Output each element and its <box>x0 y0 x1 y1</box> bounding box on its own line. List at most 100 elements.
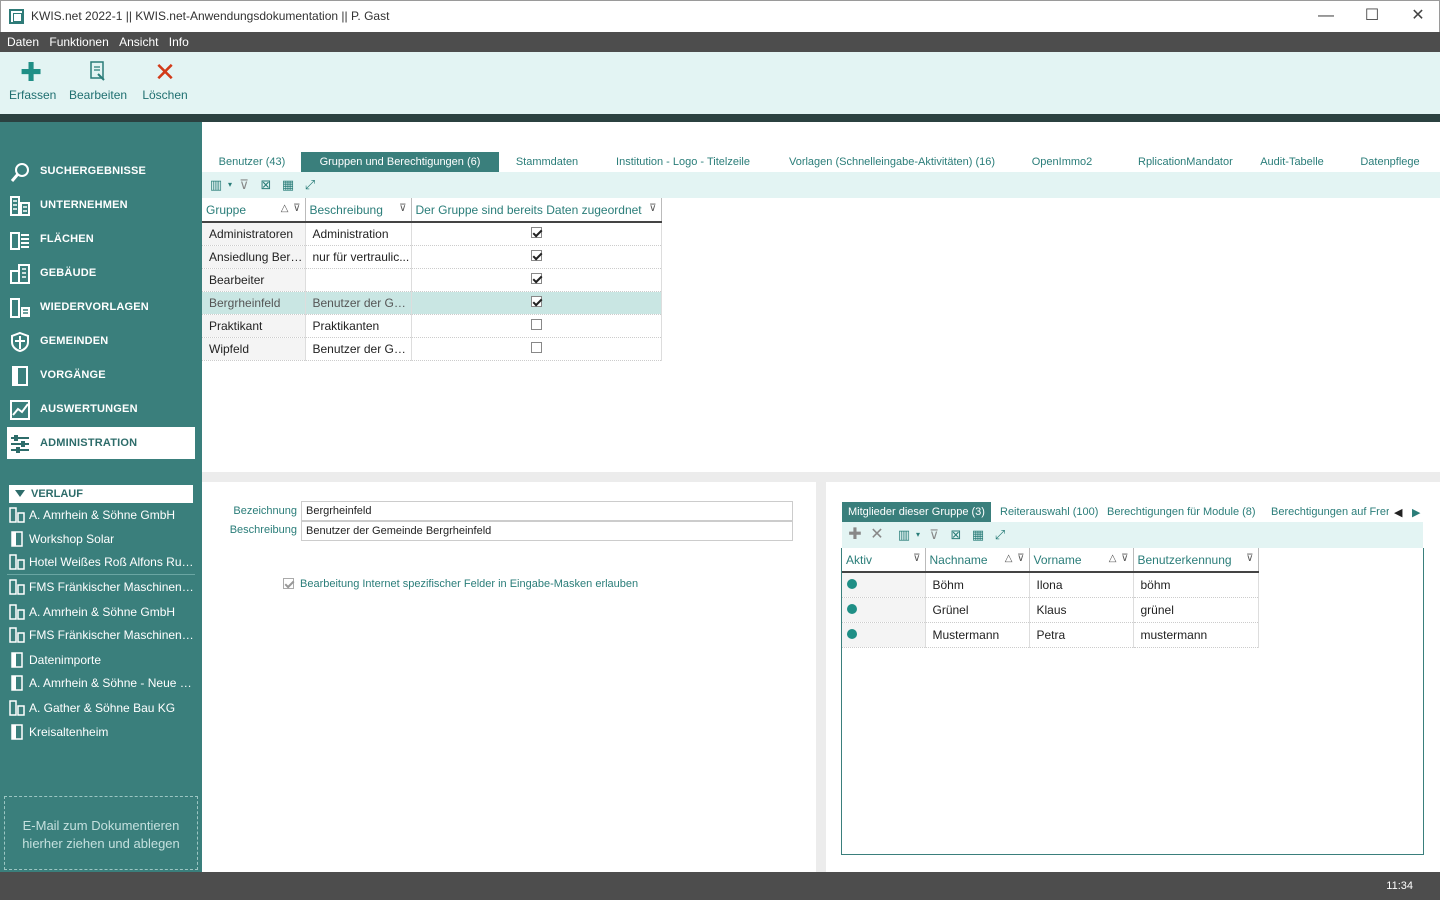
column-header-beschreibung[interactable]: Beschreibung ⊽ <box>305 198 412 223</box>
maximize-button[interactable]: ☐ <box>1349 4 1395 30</box>
column-header-nachname[interactable]: Nachname △ ⊽ <box>925 548 1030 573</box>
clear-filter-icon[interactable]: ⊽ <box>236 177 252 193</box>
status-time: 11:34 <box>1386 880 1413 892</box>
tab-berechtigungen-frei[interactable]: Berechtigungen auf Frer <box>1271 502 1389 522</box>
tab-berechtigungen-module[interactable]: Berechtigungen für Module (8) <box>1107 502 1256 522</box>
erfassen-button[interactable]: ✚ Erfassen <box>9 56 56 102</box>
beschreibung-field[interactable]: Benutzer der Gemeinde Bergrheinfeld <box>301 521 793 541</box>
history-separator <box>7 574 195 575</box>
history-item[interactable]: Kreisaltenheim <box>7 721 197 743</box>
tab-openimmo[interactable]: OpenImmo2 <box>1029 152 1095 172</box>
nav-flaechen[interactable]: FLÄCHEN <box>7 223 195 255</box>
column-header-gruppe[interactable]: Gruppe △ ⊽ <box>202 198 306 223</box>
assigned-checkbox[interactable] <box>530 318 542 330</box>
menu-daten[interactable]: Daten <box>0 32 39 49</box>
tab-gruppen[interactable]: Gruppen und Berechtigungen (6) <box>301 152 499 172</box>
table-row[interactable]: Böhm Ilona böhm <box>842 572 1259 598</box>
history-item[interactable]: FMS Fränkischer Maschinen- u... <box>7 624 197 646</box>
tab-scroll-left-icon[interactable]: ◀ <box>1394 506 1402 519</box>
vertical-splitter[interactable] <box>816 482 826 872</box>
dropzone-text-2: hierher ziehen und ablegen <box>22 836 180 851</box>
clear-filter-icon[interactable]: ⊽ <box>926 527 942 543</box>
history-item[interactable]: A. Amrhein & Söhne - Neue Pr... <box>7 672 197 694</box>
assigned-checkbox[interactable] <box>530 272 542 284</box>
menu-ansicht[interactable]: Ansicht <box>112 32 158 49</box>
history-item[interactable]: FMS Fränkischer Maschinen- u... <box>7 576 197 598</box>
excel-export-icon[interactable]: ⊠ <box>948 527 964 543</box>
minimize-button[interactable]: — <box>1303 4 1349 30</box>
history-item[interactable]: Hotel Weißes Roß Alfons Rudl... <box>7 551 197 573</box>
filter-icon[interactable]: ⊽ <box>399 203 406 214</box>
assigned-checkbox[interactable] <box>530 295 542 307</box>
nav-gebaeude[interactable]: GEBÄUDE <box>7 257 195 289</box>
add-icon[interactable]: ✚ <box>847 527 863 543</box>
column-header-aktiv[interactable]: Aktiv ⊽ <box>842 548 926 573</box>
filter-icon[interactable]: ⊽ <box>1121 553 1128 564</box>
sort-icon[interactable]: △ <box>1005 553 1013 564</box>
table-row[interactable]: Ansiedlung Berg... nur für vertraulic... <box>202 245 662 269</box>
column-header-benutzerkennung[interactable]: Benutzerkennung ⊽ <box>1133 548 1259 573</box>
nav-unternehmen[interactable]: UNTERNEHMEN <box>7 189 195 221</box>
internet-fields-checkbox[interactable] <box>283 578 294 589</box>
close-button[interactable]: ✕ <box>1395 4 1440 30</box>
chevron-down-icon[interactable]: ▾ <box>910 527 926 543</box>
internet-fields-option[interactable]: Bearbeitung Internet spezifischer Felder… <box>283 578 638 590</box>
sort-icon[interactable]: △ <box>1109 553 1117 564</box>
tab-datenpflege[interactable]: Datenpflege <box>1357 152 1423 172</box>
horizontal-splitter[interactable] <box>202 472 1440 482</box>
table-row[interactable]: Mustermann Petra mustermann <box>842 622 1259 648</box>
menu-bar: Daten Funktionen Ansicht Info <box>0 32 1440 52</box>
verlauf-header[interactable]: VERLAUF <box>9 485 193 503</box>
tab-replication[interactable]: RplicationMandator <box>1138 152 1233 172</box>
table-row[interactable]: Bearbeiter <box>202 268 662 292</box>
history-item[interactable]: A. Gather & Söhne Bau KG <box>7 697 197 719</box>
tab-benutzer[interactable]: Benutzer (43) <box>218 152 286 172</box>
layout-icon[interactable]: ▦ <box>970 527 986 543</box>
assigned-checkbox[interactable] <box>530 249 542 261</box>
nav-vorgaenge[interactable]: VORGÄNGE <box>7 359 195 391</box>
table-row[interactable]: Wipfeld Benutzer der Ge... <box>202 337 662 361</box>
tab-scroll-right-icon[interactable]: ▶ <box>1412 506 1420 519</box>
tab-mitglieder[interactable]: Mitglieder dieser Gruppe (3) <box>842 502 991 522</box>
tab-vorlagen[interactable]: Vorlagen (Schnelleingabe-Aktivitäten) (1… <box>787 152 997 172</box>
menu-info[interactable]: Info <box>162 32 189 49</box>
history-item[interactable]: A. Amrhein & Söhne GmbH <box>7 504 197 526</box>
nav-gemeinden[interactable]: GEMEINDEN <box>7 325 195 357</box>
history-item[interactable]: Datenimporte <box>7 649 197 671</box>
table-row[interactable]: Grünel Klaus grünel <box>842 597 1259 623</box>
bearbeiten-button[interactable]: Bearbeiten <box>69 56 127 102</box>
filter-icon[interactable]: ⊽ <box>913 553 920 564</box>
bezeichnung-field[interactable]: Bergrheinfeld <box>301 501 793 521</box>
filter-icon[interactable]: ⊽ <box>1246 553 1253 564</box>
history-item[interactable]: A. Amrhein & Söhne GmbH <box>7 601 197 623</box>
table-row[interactable]: Administratoren Administration <box>202 222 662 246</box>
nav-suchergebnisse[interactable]: SUCHERGEBNISSE <box>7 155 195 187</box>
menu-funktionen[interactable]: Funktionen <box>42 32 108 49</box>
loeschen-button[interactable]: ✕ Löschen <box>142 56 188 102</box>
tab-reiterauswahl[interactable]: Reiterauswahl (100) <box>1000 502 1098 522</box>
assigned-checkbox[interactable] <box>530 226 542 238</box>
tab-stammdaten[interactable]: Stammdaten <box>513 152 581 172</box>
fit-columns-icon[interactable]: ⤢ <box>992 527 1008 543</box>
column-header-zugeordnet[interactable]: Der Gruppe sind bereits Daten zugeordnet… <box>411 198 662 223</box>
column-header-vorname[interactable]: Vorname △ ⊽ <box>1029 548 1134 573</box>
filter-icon[interactable]: ⊽ <box>1017 553 1024 564</box>
area-icon <box>10 232 29 250</box>
layout-icon[interactable]: ▦ <box>280 177 296 193</box>
email-dropzone[interactable]: E-Mail zum Dokumentieren hierher ziehen … <box>4 796 198 870</box>
sort-icon[interactable]: △ <box>281 203 289 214</box>
remove-icon[interactable]: ✕ <box>869 527 885 543</box>
assigned-checkbox[interactable] <box>530 341 542 353</box>
table-row[interactable]: Praktikant Praktikanten <box>202 314 662 338</box>
tab-institution[interactable]: Institution - Logo - Titelzeile <box>612 152 754 172</box>
tab-audit[interactable]: Audit-Tabelle <box>1257 152 1327 172</box>
fit-columns-icon[interactable]: ⤢ <box>302 177 318 193</box>
filter-icon[interactable]: ⊽ <box>293 203 300 214</box>
excel-export-icon[interactable]: ⊠ <box>258 177 274 193</box>
nav-administration[interactable]: ADMINISTRATION <box>7 427 195 459</box>
table-row-selected[interactable]: Bergrheinfeld Benutzer der Ge... <box>202 291 662 315</box>
filter-icon[interactable]: ⊽ <box>649 203 656 214</box>
nav-auswertungen[interactable]: AUSWERTUNGEN <box>7 393 195 425</box>
nav-wiedervorlagen[interactable]: WIEDERVORLAGEN <box>7 291 195 323</box>
history-item[interactable]: Workshop Solar <box>7 528 197 550</box>
